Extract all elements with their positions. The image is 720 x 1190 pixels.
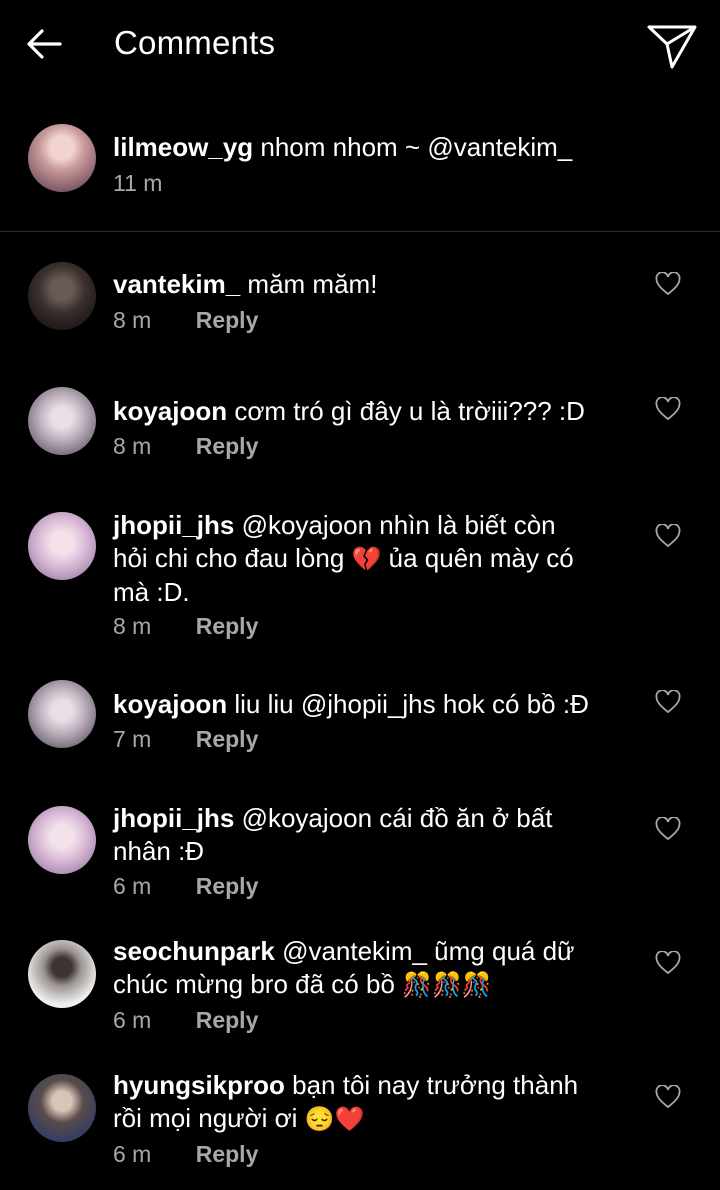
comment-username[interactable]: koyajoon xyxy=(113,396,227,426)
confetti-icon: 🎊🎊🎊 xyxy=(402,972,492,999)
comment-text: măm măm! xyxy=(247,269,378,299)
comment-text-line: ủa quên mày có xyxy=(388,543,574,573)
heart-icon[interactable] xyxy=(655,397,681,421)
comment-timestamp: 8 m xyxy=(113,433,152,459)
reply-button[interactable]: Reply xyxy=(196,307,259,333)
reply-button[interactable]: Reply xyxy=(196,1141,259,1167)
comment-text-line: @vantekim_ ũmg quá dữ xyxy=(282,936,575,966)
comment-text-line: rồi mọi người ơi xyxy=(113,1103,298,1133)
avatar[interactable] xyxy=(28,512,96,580)
broken-heart-icon: 💔 xyxy=(351,546,382,573)
comment-meta: 8 m Reply xyxy=(113,613,258,640)
paper-plane-icon[interactable] xyxy=(646,22,698,70)
comment-text-line: @koyajoon cái đồ ăn ở bất xyxy=(241,803,553,833)
caption-text: nhom nhom ~ @vantekim_ xyxy=(260,132,573,162)
comment-text-line: chúc mừng bro đã có bồ xyxy=(113,969,395,999)
divider xyxy=(0,231,720,232)
arrow-left-icon[interactable] xyxy=(26,26,62,62)
comment-timestamp: 6 m xyxy=(113,1007,152,1033)
comment-meta: 8 m Reply xyxy=(113,307,258,334)
avatar[interactable] xyxy=(28,262,96,330)
page-title: Comments xyxy=(114,24,276,61)
comment-meta: 6 m Reply xyxy=(113,873,258,900)
comment-meta: 6 m Reply xyxy=(113,1141,258,1168)
comment-text: liu liu @jhopii_jhs hok có bồ :Đ xyxy=(234,689,589,719)
heart-icon[interactable] xyxy=(655,1085,681,1109)
avatar[interactable] xyxy=(28,1074,96,1142)
comment-username[interactable]: jhopii_jhs xyxy=(113,510,234,540)
comment-username[interactable]: koyajoon xyxy=(113,689,227,719)
heart-icon[interactable] xyxy=(655,817,681,841)
avatar[interactable] xyxy=(28,680,96,748)
post-caption: lilmeow_yg nhom nhom ~ @vantekim_ 11 m xyxy=(0,110,720,230)
avatar[interactable] xyxy=(28,806,96,874)
heart-icon[interactable] xyxy=(655,524,681,548)
comment-text-line: @koyajoon nhìn là biết còn xyxy=(241,510,556,540)
comment-text-line: hỏi chi cho đau lòng xyxy=(113,543,345,573)
reply-button[interactable]: Reply xyxy=(196,873,259,899)
heart-icon[interactable] xyxy=(655,690,681,714)
avatar[interactable] xyxy=(28,124,96,192)
comment-username[interactable]: vantekim_ xyxy=(113,269,240,299)
comment-meta: 8 m Reply xyxy=(113,433,258,460)
caption-timestamp: 11 m xyxy=(113,170,163,196)
header-bar: Comments xyxy=(0,0,720,92)
comment-text-line: mà :D. xyxy=(113,577,190,607)
heart-icon[interactable] xyxy=(655,951,681,975)
reply-button[interactable]: Reply xyxy=(196,433,259,459)
comment-timestamp: 6 m xyxy=(113,1141,152,1167)
reply-button[interactable]: Reply xyxy=(196,1007,259,1033)
comment-timestamp: 8 m xyxy=(113,307,152,333)
avatar[interactable] xyxy=(28,387,96,455)
pensive-face-heart-icon: 😔❤️ xyxy=(304,1106,365,1133)
comment-text: cơm tró gì đây u là trờiii??? :D xyxy=(234,396,585,426)
heart-icon[interactable] xyxy=(655,272,681,296)
comment-timestamp: 7 m xyxy=(113,726,152,752)
comment-timestamp: 6 m xyxy=(113,873,152,899)
reply-button[interactable]: Reply xyxy=(196,613,259,639)
comment-text-line: nhân :Đ xyxy=(113,836,205,866)
comment-username[interactable]: hyungsikproo xyxy=(113,1070,285,1100)
comment-username[interactable]: seochunpark xyxy=(113,936,275,966)
comment-timestamp: 8 m xyxy=(113,613,152,639)
comment-meta: 6 m Reply xyxy=(113,1007,258,1034)
comment-username[interactable]: jhopii_jhs xyxy=(113,803,234,833)
avatar[interactable] xyxy=(28,940,96,1008)
comment-meta: 7 m Reply xyxy=(113,726,258,753)
reply-button[interactable]: Reply xyxy=(196,726,259,752)
comment-text-line: bạn tôi nay trưởng thành xyxy=(292,1070,579,1100)
caption-username[interactable]: lilmeow_yg xyxy=(113,132,253,162)
